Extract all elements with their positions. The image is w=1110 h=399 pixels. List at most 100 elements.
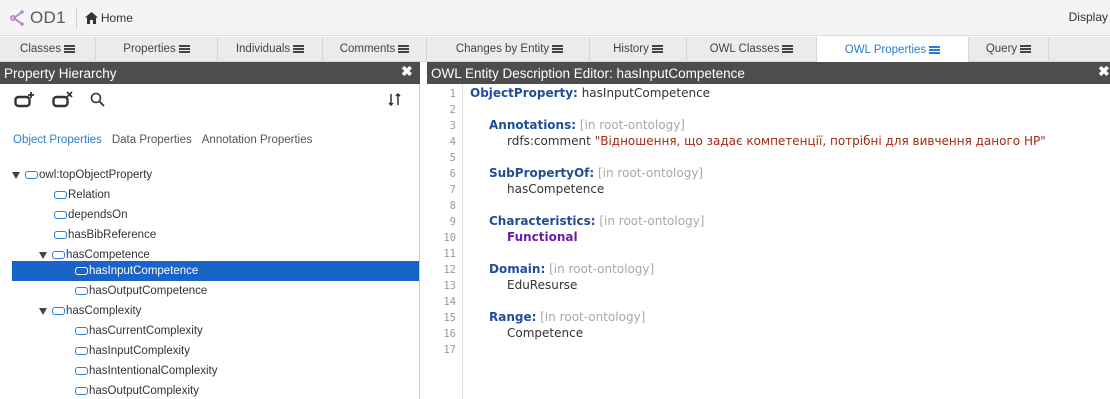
line-number: 4 [449, 136, 456, 148]
tab-comments[interactable]: Comments [323, 37, 427, 61]
tab-history[interactable]: History [590, 37, 687, 61]
od-logo-icon[interactable] [8, 9, 26, 27]
divider [75, 6, 77, 29]
code-line-annotations[interactable]: Annotations: [in root-ontology] [489, 118, 685, 132]
tab-query[interactable]: Query [969, 37, 1049, 61]
code-line-characteristics[interactable]: Characteristics: [in root-ontology] [489, 214, 704, 228]
line-number: 5 [449, 152, 456, 164]
object-property-icon [75, 267, 88, 275]
add-subproperty-icon[interactable] [14, 91, 36, 109]
menu-icon [651, 45, 663, 53]
object-property-icon [75, 367, 88, 375]
line-number-gutter: 1 2 3 4 5 6 7 8 9 10 11 12 13 14 15 16 1… [427, 84, 463, 399]
line-number: 10 [443, 232, 456, 244]
expand-toggle-icon[interactable] [12, 171, 20, 179]
tab-owl-classes[interactable]: OWL Classes [687, 37, 817, 61]
tree-item-hascomplexity[interactable]: hasComplexity [39, 301, 141, 321]
line-number: 8 [449, 200, 456, 212]
subtab-annotation-properties[interactable]: Annotation Properties [202, 134, 313, 146]
line-number: 2 [449, 104, 456, 116]
home-label: Home [100, 10, 133, 25]
code-line-subpropertyof-value[interactable]: hasCompetence [507, 182, 604, 196]
object-property-icon [75, 347, 88, 355]
line-number: 17 [443, 344, 456, 356]
subtab-data-properties[interactable]: Data Properties [112, 134, 192, 146]
project-name[interactable]: OD1 [30, 8, 66, 28]
code-line-range-value[interactable]: Competence [507, 326, 583, 340]
search-icon[interactable] [90, 92, 105, 107]
menu-icon [178, 45, 190, 53]
object-property-icon [54, 231, 67, 239]
sort-icon[interactable] [388, 93, 402, 106]
line-number: 3 [449, 120, 456, 132]
home-link[interactable]: Home [84, 10, 133, 25]
delete-property-icon[interactable] [52, 91, 74, 109]
line-number: 11 [443, 248, 456, 260]
tree-item-relation[interactable]: Relation [54, 185, 110, 205]
subtab-object-properties[interactable]: Object Properties [13, 134, 102, 146]
menu-icon [293, 45, 305, 53]
object-property-icon [75, 327, 88, 335]
close-icon[interactable]: ✖ [1098, 63, 1110, 80]
object-property-icon [52, 251, 65, 259]
panel-title: OWL Entity Description Editor: hasInputC… [431, 65, 745, 81]
object-property-icon [25, 171, 38, 179]
object-property-icon [54, 211, 67, 219]
object-property-icon [75, 287, 88, 295]
tree-item-dependson[interactable]: dependsOn [54, 205, 127, 225]
tab-properties[interactable]: Properties [96, 37, 218, 61]
line-number: 1 [449, 88, 456, 100]
menu-icon [552, 45, 564, 53]
top-bar: OD1 Home Display [0, 0, 1110, 36]
tree-item-hasoutputcompetence[interactable]: hasOutputCompetence [75, 281, 207, 301]
close-icon[interactable]: ✖ [401, 63, 413, 80]
expand-toggle-icon[interactable] [39, 307, 47, 315]
object-property-icon [54, 191, 67, 199]
line-number: 6 [449, 168, 456, 180]
code-line-domain-value[interactable]: EduResurse [507, 278, 577, 292]
tree-item-hasinputcompetence[interactable]: hasInputCompetence [12, 261, 419, 281]
home-icon [84, 11, 98, 24]
tab-bar: Classes Properties Individuals Comments … [0, 37, 1110, 62]
line-number: 12 [443, 264, 456, 276]
tree-item-hasinputcomplexity[interactable]: hasInputComplexity [75, 341, 190, 361]
line-number: 16 [443, 328, 456, 340]
panel-title: Property Hierarchy [4, 65, 117, 81]
line-number: 13 [443, 280, 456, 292]
object-property-icon [75, 387, 88, 395]
property-type-tabs: Object Properties Data Properties Annota… [13, 134, 312, 146]
tree-item-owl-topobjectproperty[interactable]: owl:topObjectProperty [12, 165, 152, 185]
code-line-range[interactable]: Range: [in root-ontology] [489, 310, 645, 324]
tab-individuals[interactable]: Individuals [218, 37, 323, 61]
tree-item-hasbibreference[interactable]: hasBibReference [54, 225, 156, 245]
line-number: 9 [449, 216, 456, 228]
tree-item-hascurrentcomplexity[interactable]: hasCurrentComplexity [75, 321, 203, 341]
display-menu[interactable]: Display [1069, 10, 1108, 24]
code-line-comment[interactable]: rdfs:comment "Відношення, що задає компе… [507, 134, 1046, 148]
code-line-characteristics-value[interactable]: Functional [507, 230, 578, 244]
line-number: 14 [443, 296, 456, 308]
panel-header: OWL Entity Description Editor: hasInputC… [427, 62, 1110, 84]
expand-toggle-icon[interactable] [39, 251, 47, 259]
hierarchy-toolbar [0, 84, 420, 116]
line-number: 7 [449, 184, 456, 196]
property-hierarchy-panel: Property Hierarchy ✖ Object Properties D… [0, 62, 420, 399]
menu-icon [929, 45, 941, 54]
menu-icon [398, 45, 410, 53]
property-name: hasInputCompetence [581, 86, 711, 100]
line-number: 15 [443, 312, 456, 324]
tree-item-hasoutputcomplexity[interactable]: hasOutputComplexity [75, 381, 199, 399]
entity-description-editor: OWL Entity Description Editor: hasInputC… [427, 62, 1110, 399]
menu-icon [1020, 45, 1032, 53]
code-line-object-property[interactable]: ObjectProperty: hasInputCompetence [470, 86, 710, 100]
code-line-domain[interactable]: Domain: [in root-ontology] [489, 262, 654, 276]
tree-item-hasintentionalcomplexity[interactable]: hasIntentionalComplexity [75, 361, 218, 381]
menu-icon [782, 45, 794, 53]
tab-classes[interactable]: Classes [0, 37, 96, 61]
code-line-subpropertyof[interactable]: SubPropertyOf: [in root-ontology] [489, 166, 703, 180]
tab-changes-by-entity[interactable]: Changes by Entity [430, 37, 590, 61]
menu-icon [63, 45, 75, 53]
panel-header: Property Hierarchy ✖ [0, 62, 420, 84]
tab-owl-properties[interactable]: OWL Properties [817, 37, 969, 62]
object-property-icon [52, 307, 65, 315]
